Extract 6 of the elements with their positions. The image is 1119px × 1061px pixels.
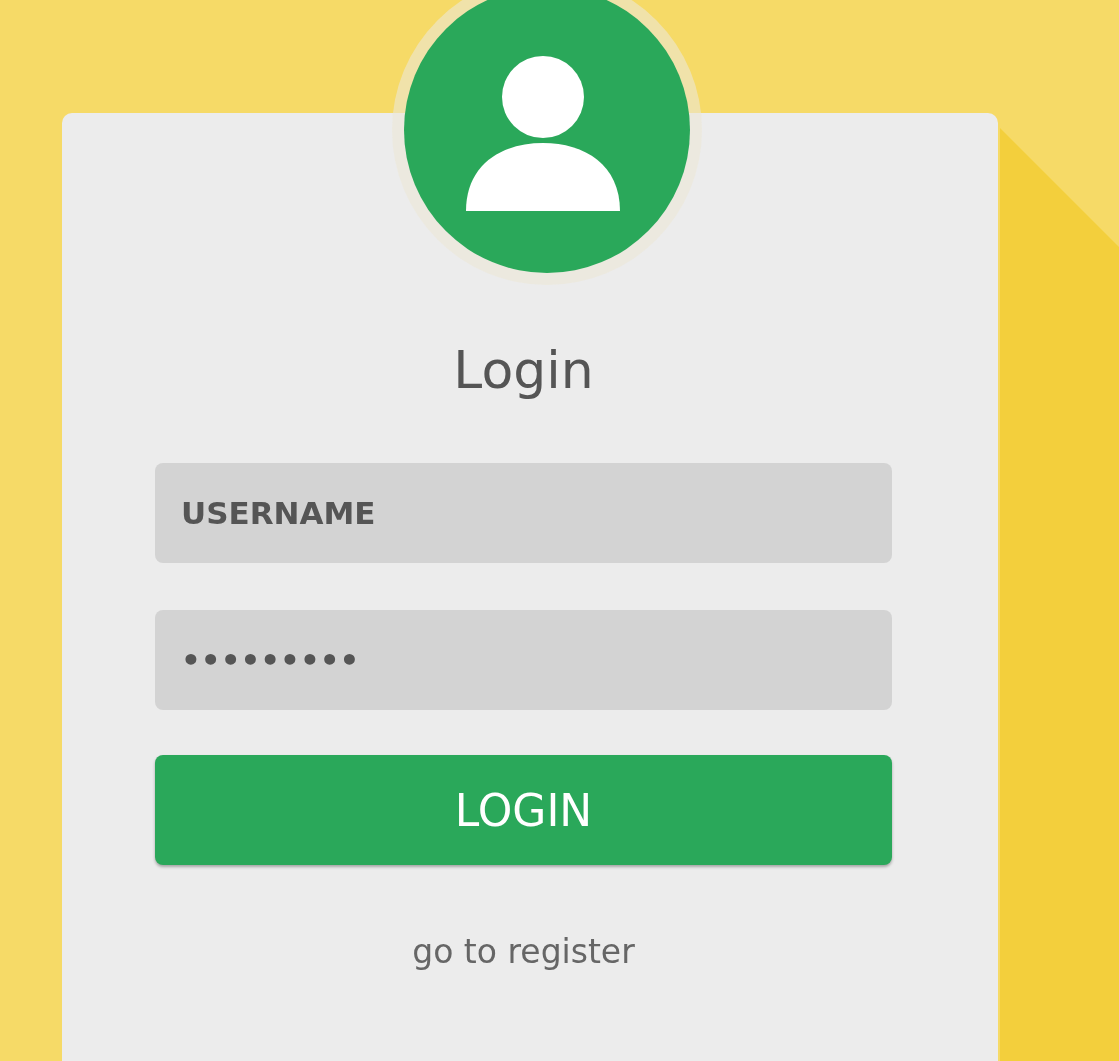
username-field[interactable]: USERNAME (155, 463, 892, 563)
user-icon (466, 54, 620, 211)
login-title: Login (453, 339, 594, 402)
register-link[interactable]: go to register (412, 932, 635, 972)
password-field[interactable]: ••••••••• (155, 610, 892, 710)
login-button[interactable]: LOGIN (155, 755, 892, 865)
